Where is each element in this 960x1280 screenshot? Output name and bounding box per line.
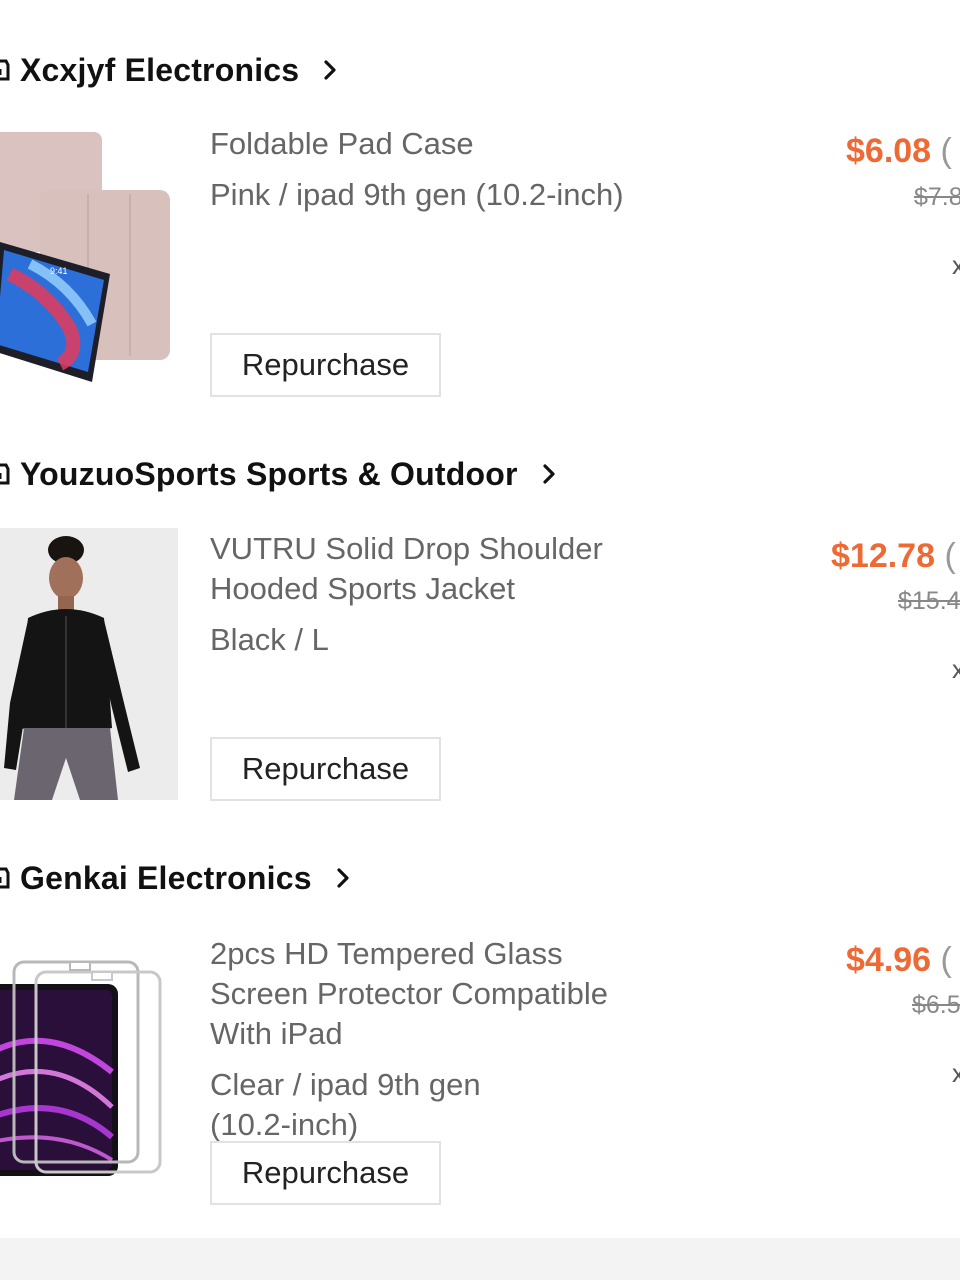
price-value: $12.78 <box>831 537 935 575</box>
price-original: $7.8 <box>914 183 960 211</box>
repurchase-button[interactable]: Repurchase <box>210 333 441 397</box>
product-variant: Pink / ipad 9th gen (10.2-inch) <box>210 177 624 212</box>
quantity-marker: x <box>952 654 960 684</box>
product-variant: Clear / ipad 9th gen (10.2-inch) <box>210 1065 730 1145</box>
store-name[interactable]: Genkai Electronics <box>20 860 312 897</box>
product-image-pad-case[interactable]: 9:41 <box>0 124 178 396</box>
product-variant-line: Clear / ipad 9th gen <box>210 1067 481 1102</box>
product-title-line: VUTRU Solid Drop Shoulder <box>210 531 603 566</box>
store-icon <box>0 863 10 893</box>
product-variant-line: (10.2-inch) <box>210 1107 359 1142</box>
chevron-right-icon[interactable] <box>319 59 341 81</box>
repurchase-button[interactable]: Repurchase <box>210 1141 441 1205</box>
product-image-screen-protector[interactable] <box>0 932 178 1204</box>
price-value: $6.08 <box>846 132 932 170</box>
store-icon <box>0 459 10 489</box>
price-current: $12.78 ( <box>831 537 956 576</box>
store-name[interactable]: Xcxjyf Electronics <box>20 52 299 89</box>
product-image-jacket[interactable] <box>0 528 178 800</box>
price-value: $4.96 <box>846 941 932 979</box>
quantity-marker: x <box>952 1058 960 1088</box>
product-title[interactable]: 2pcs HD Tempered Glass Screen Protector … <box>210 934 730 1054</box>
svg-text:9:41: 9:41 <box>50 266 68 276</box>
product-title[interactable]: VUTRU Solid Drop Shoulder Hooded Sports … <box>210 529 730 609</box>
product-title-line: Screen Protector Compatible <box>210 976 609 1011</box>
price-suffix: ( <box>940 941 952 979</box>
repurchase-button[interactable]: Repurchase <box>210 737 441 801</box>
price-suffix: ( <box>940 132 952 170</box>
product-title-line: 2pcs HD Tempered Glass <box>210 936 563 971</box>
product-title[interactable]: Foldable Pad Case <box>210 124 730 164</box>
store-header[interactable]: YouzuoSports Sports & Outdoor <box>0 446 560 502</box>
store-header[interactable]: Genkai Electronics <box>0 850 354 906</box>
order-history-page: Xcxjyf Electronics 9:41 Foldable Pad Cas… <box>0 0 960 1280</box>
price-original: $6.5 <box>912 991 960 1019</box>
product-title-line: With iPad <box>210 1016 343 1051</box>
product-variant: Black / L <box>210 622 329 657</box>
chevron-right-icon[interactable] <box>332 867 354 889</box>
product-title-line: Hooded Sports Jacket <box>210 571 516 606</box>
price-current: $6.08 ( <box>846 132 952 171</box>
price-original: $15.4 <box>898 587 960 615</box>
section-divider <box>0 1238 960 1280</box>
quantity-marker: x <box>952 250 960 280</box>
store-name[interactable]: YouzuoSports Sports & Outdoor <box>20 456 518 493</box>
price-suffix: ( <box>944 537 956 575</box>
store-header[interactable]: Xcxjyf Electronics <box>0 42 341 98</box>
price-current: $4.96 ( <box>846 941 952 980</box>
chevron-right-icon[interactable] <box>538 463 560 485</box>
store-icon <box>0 55 10 85</box>
